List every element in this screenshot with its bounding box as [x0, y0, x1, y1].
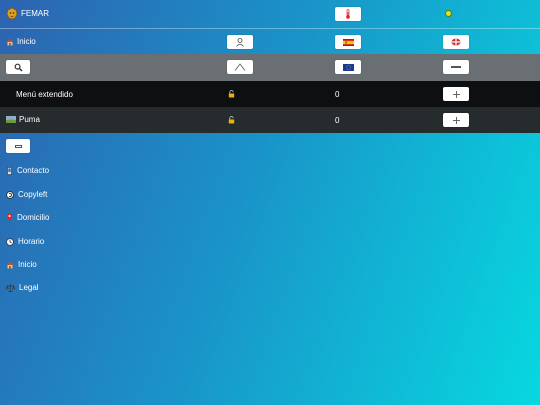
- puma-count: 0: [335, 116, 340, 125]
- expand-menu-button[interactable]: [443, 87, 469, 101]
- nav-item-label: Horario: [18, 237, 45, 246]
- triangle-button[interactable]: [227, 60, 253, 74]
- menu-extendido-row: Menú extendido 0: [0, 81, 540, 107]
- eu-language-button[interactable]: [335, 60, 361, 74]
- header-row: FEMAR: [0, 0, 540, 28]
- round-flag-icon: [451, 38, 461, 46]
- clock-icon: [6, 237, 14, 246]
- eu-flag-icon: [342, 63, 354, 71]
- scales-icon: [6, 284, 15, 292]
- menu-extendido-count: 0: [335, 90, 340, 99]
- plus-icon: [452, 116, 460, 124]
- minus-icon: [451, 66, 461, 68]
- collapse-button[interactable]: [6, 139, 30, 153]
- phone-icon: [7, 166, 12, 175]
- lion-logo-icon: [6, 7, 18, 20]
- puma-link[interactable]: Puma: [6, 115, 40, 124]
- copyleft-icon: [6, 190, 14, 199]
- menu-extendido-label: Menú extendido: [16, 90, 73, 99]
- collapse-all-button[interactable]: [443, 60, 469, 74]
- collapse-icon: [14, 144, 22, 148]
- expand-puma-button[interactable]: [443, 113, 469, 127]
- home-icon: [6, 38, 14, 45]
- search-icon: [14, 63, 22, 71]
- nav-item-label: Contacto: [17, 166, 50, 175]
- menu-extendido-link[interactable]: Menú extendido: [16, 90, 73, 99]
- nav-item-contacto[interactable]: Contacto: [6, 166, 49, 175]
- location-pin-icon: [6, 213, 13, 222]
- puma-label: Puma: [19, 115, 40, 124]
- spain-flag-icon: [342, 38, 354, 46]
- lock-icon: [228, 90, 235, 98]
- thermometer-icon: [346, 9, 350, 19]
- puma-thumbnail-icon: [6, 116, 16, 123]
- nav-item-copyleft[interactable]: Copyleft: [6, 190, 47, 199]
- nav-item-horario[interactable]: Horario: [6, 237, 44, 246]
- home-icon: [6, 261, 14, 268]
- puma-row: Puma 0: [0, 107, 540, 133]
- lock-icon: [228, 116, 235, 124]
- nav-item-label: Inicio: [18, 260, 37, 269]
- inicio-link[interactable]: Inicio: [6, 37, 36, 46]
- user-button[interactable]: [227, 35, 253, 49]
- spanish-language-button[interactable]: [335, 35, 361, 49]
- nav-item-label: Domicilio: [17, 213, 50, 222]
- nav-item-label: Legal: [19, 283, 39, 292]
- triangle-icon: [234, 63, 246, 71]
- inicio-row: Inicio: [0, 28, 540, 54]
- search-button[interactable]: [6, 60, 30, 74]
- temperature-button[interactable]: [335, 7, 361, 21]
- nav-item-inicio[interactable]: Inicio: [6, 260, 37, 269]
- other-language-button[interactable]: [443, 35, 469, 49]
- inicio-label: Inicio: [17, 37, 36, 46]
- nav-item-legal[interactable]: Legal: [6, 283, 39, 292]
- yellow-status-dot-icon: [445, 10, 452, 17]
- plus-icon: [452, 90, 460, 98]
- nav-item-domicilio[interactable]: Domicilio: [6, 213, 49, 222]
- brand[interactable]: FEMAR: [6, 7, 49, 20]
- nav-item-label: Copyleft: [18, 190, 48, 199]
- brand-label: FEMAR: [21, 9, 49, 18]
- user-icon: [236, 38, 244, 47]
- search-row: [0, 54, 540, 81]
